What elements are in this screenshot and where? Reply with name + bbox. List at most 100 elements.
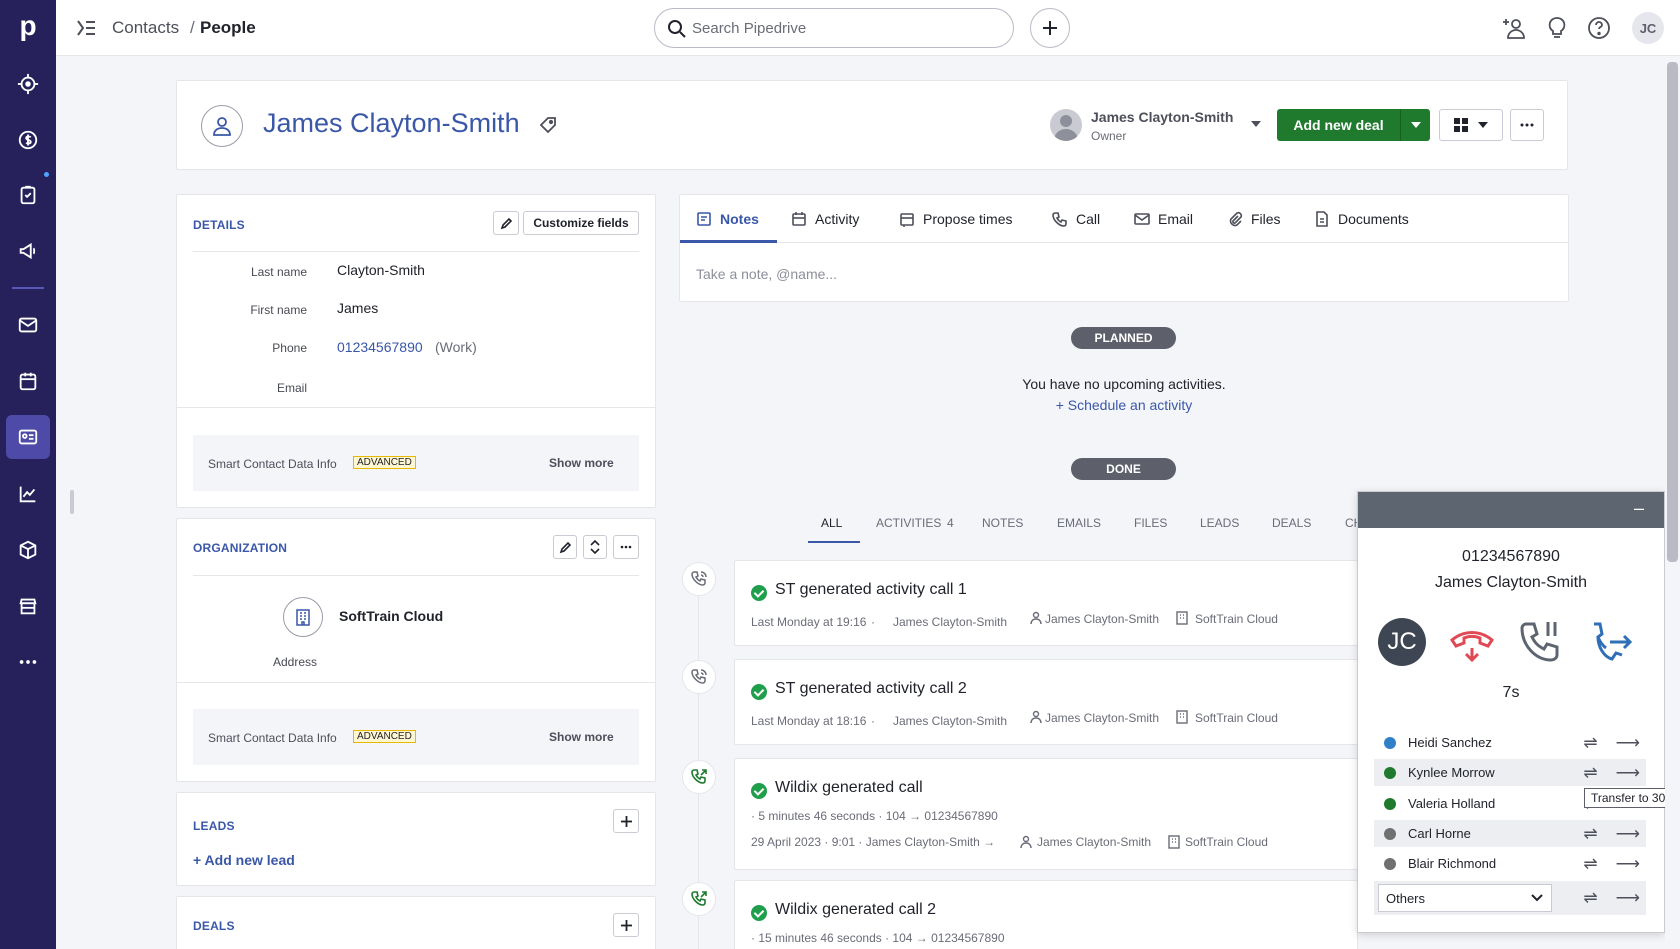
agent-row[interactable]: Heidi Sanchez ⇌ ⟶ [1374, 729, 1646, 756]
timeline-item[interactable]: Wildix generated call 2 · 15 minutes 46 … [734, 880, 1358, 949]
collapse-sidebar-icon[interactable] [76, 19, 96, 37]
timeline-item-org[interactable]: SoftTrain Cloud [1185, 835, 1268, 849]
leads-title[interactable]: LEADS [193, 819, 235, 833]
blind-transfer-icon[interactable]: ⟶ [1616, 888, 1640, 908]
filter-files[interactable]: FILES [1134, 516, 1167, 530]
filter-leads[interactable]: LEADS [1200, 516, 1239, 530]
timeline-item-title[interactable]: ST generated activity call 2 [775, 680, 967, 698]
edit-details-button[interactable] [493, 211, 519, 235]
change-organization-button[interactable] [583, 535, 607, 559]
others-select-value: Others [1386, 890, 1426, 906]
lightbulb-icon[interactable] [1544, 15, 1570, 41]
edit-organization-button[interactable] [553, 535, 577, 559]
organization-title[interactable]: ORGANIZATION [193, 541, 287, 555]
breadcrumb-contacts[interactable]: Contacts [112, 18, 179, 38]
timeline-item-person[interactable]: James Clayton-Smith [1045, 612, 1159, 626]
more-nav-icon[interactable] [6, 640, 50, 684]
agent-row[interactable]: Carl Horne ⇌ ⟶ [1374, 820, 1646, 847]
timeline-item-title[interactable]: Wildix generated call 2 [775, 901, 936, 919]
blind-transfer-icon[interactable]: ⟶ [1616, 763, 1640, 783]
filter-all[interactable]: ALL [821, 516, 842, 530]
transfer-call-icon[interactable] [1584, 618, 1632, 666]
attended-transfer-icon[interactable]: ⇌ [1583, 763, 1597, 783]
search-input[interactable]: Search Pipedrive [654, 8, 1014, 48]
minimize-button[interactable]: – [1634, 498, 1644, 519]
user-avatar[interactable]: JC [1632, 12, 1664, 44]
more-actions-button[interactable] [1510, 109, 1544, 141]
attended-transfer-icon[interactable]: ⇌ [1583, 854, 1597, 874]
attended-transfer-icon[interactable]: ⇌ [1583, 733, 1597, 753]
add-deal-button[interactable] [613, 913, 639, 937]
blind-transfer-icon[interactable]: ⟶ [1616, 733, 1640, 753]
hangup-icon[interactable] [1448, 618, 1496, 666]
filter-deals[interactable]: DEALS [1272, 516, 1311, 530]
insights-nav-icon[interactable] [6, 472, 50, 516]
label-tag-icon[interactable] [539, 116, 557, 134]
attended-transfer-icon[interactable]: ⇌ [1583, 888, 1597, 908]
timeline-item-person[interactable]: James Clayton-Smith [1045, 711, 1159, 725]
add-lead-button[interactable] [613, 809, 639, 833]
timeline-item[interactable]: ST generated activity call 1 Last Monday… [734, 560, 1358, 646]
timeline-item-org[interactable]: SoftTrain Cloud [1195, 612, 1278, 626]
timeline-item-person[interactable]: James Clayton-Smith [1037, 835, 1151, 849]
layout-switch-button[interactable] [1439, 109, 1503, 141]
breadcrumb-separator: / [190, 18, 195, 37]
deals-nav-icon[interactable] [6, 118, 50, 162]
timeline-item-title[interactable]: ST generated activity call 1 [775, 581, 967, 599]
timeline-item[interactable]: Wildix generated call · 5 minutes 46 sec… [734, 758, 1358, 870]
organization-more-button[interactable] [613, 535, 639, 559]
show-more-button[interactable]: Show more [549, 456, 614, 470]
scrollbar-thumb[interactable] [1667, 62, 1678, 562]
agent-row[interactable]: Blair Richmond ⇌ ⟶ [1374, 850, 1646, 877]
tab-notes[interactable]: Notes [696, 211, 759, 227]
tab-call[interactable]: Call [1052, 211, 1100, 227]
invite-users-icon[interactable] [1502, 15, 1528, 41]
help-icon[interactable] [1586, 15, 1612, 41]
activities-nav-icon[interactable] [6, 173, 50, 217]
timeline-item-org[interactable]: SoftTrain Cloud [1195, 711, 1278, 725]
filter-activities[interactable]: ACTIVITIES [876, 516, 941, 530]
add-deal-dropdown-button[interactable] [1400, 109, 1430, 141]
hold-call-icon[interactable] [1518, 618, 1562, 666]
timeline-item-title[interactable]: Wildix generated call [775, 779, 923, 797]
first-name-value[interactable]: James [337, 300, 378, 316]
blind-transfer-icon[interactable]: ⟶ [1616, 854, 1640, 874]
show-more-button[interactable]: Show more [549, 730, 614, 744]
contacts-nav-icon[interactable] [6, 415, 50, 459]
add-new-deal-button[interactable]: Add new deal [1277, 109, 1400, 141]
tab-documents[interactable]: Documents [1314, 211, 1409, 227]
quick-add-button[interactable] [1030, 8, 1070, 48]
last-name-value[interactable]: Clayton-Smith [337, 262, 425, 278]
tab-files[interactable]: Files [1227, 211, 1281, 227]
call-log-icon [682, 882, 716, 916]
person-name[interactable]: James Clayton-Smith [263, 108, 520, 139]
leads-nav-icon[interactable] [6, 62, 50, 106]
organization-name[interactable]: SoftTrain Cloud [339, 608, 443, 624]
marketplace-nav-icon[interactable] [6, 584, 50, 628]
tab-activity[interactable]: Activity [791, 211, 859, 227]
filter-notes[interactable]: NOTES [982, 516, 1023, 530]
note-input[interactable]: Take a note, @name... [696, 266, 837, 282]
pipedrive-logo[interactable]: p [10, 8, 46, 44]
blind-transfer-icon[interactable]: ⟶ [1616, 824, 1640, 844]
schedule-activity-link[interactable]: + Schedule an activity [0, 397, 1680, 413]
add-new-lead-link[interactable]: + Add new lead [193, 852, 295, 868]
tab-propose-times[interactable]: Propose times [899, 211, 1012, 227]
timeline-item[interactable]: ST generated activity call 2 Last Monday… [734, 659, 1358, 745]
resize-handle[interactable] [70, 490, 74, 514]
mail-nav-icon[interactable] [6, 303, 50, 347]
attended-transfer-icon[interactable]: ⇌ [1583, 824, 1597, 844]
others-select[interactable]: Others [1378, 884, 1552, 912]
timeline-item-user: James Clayton-Smith [893, 714, 1008, 728]
filter-emails[interactable]: EMAILS [1057, 516, 1101, 530]
deals-title[interactable]: DEALS [193, 919, 235, 933]
campaigns-nav-icon[interactable] [6, 229, 50, 273]
tab-email[interactable]: Email [1134, 211, 1193, 227]
agent-row[interactable]: Kynlee Morrow ⇌ ⟶ [1374, 759, 1646, 786]
products-nav-icon[interactable] [6, 528, 50, 572]
owner-dropdown-icon[interactable] [1251, 121, 1261, 127]
phone-value[interactable]: 01234567890 [337, 339, 423, 355]
customize-fields-button[interactable]: Customize fields [523, 211, 639, 235]
details-title[interactable]: DETAILS [193, 218, 245, 232]
owner-name[interactable]: James Clayton-Smith [1091, 109, 1233, 125]
